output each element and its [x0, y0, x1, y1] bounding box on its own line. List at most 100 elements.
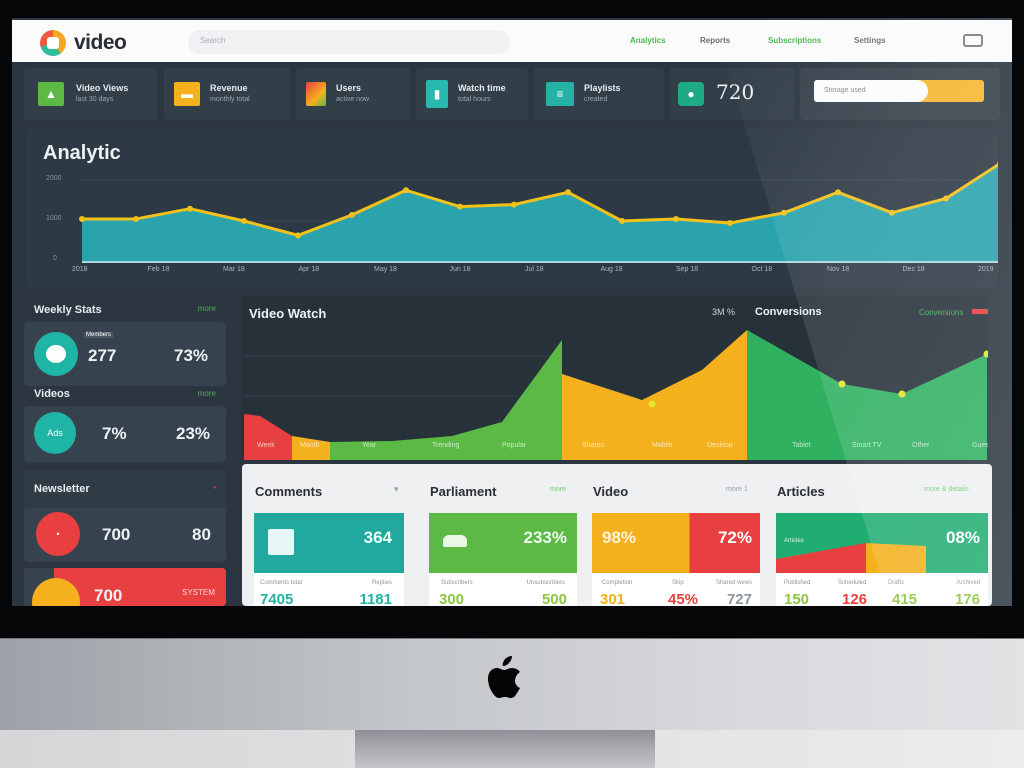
- data-point: [511, 201, 517, 208]
- stat-label: Published: [784, 580, 811, 586]
- data-point: [133, 215, 139, 222]
- segment-label: Trending: [432, 442, 459, 449]
- x-tick-label: Dec 18: [902, 266, 925, 273]
- weekly-stats-row[interactable]: Members 277 73%: [24, 322, 226, 386]
- folder-icon: ▬: [174, 82, 200, 106]
- chart-icon: ▲: [38, 82, 64, 106]
- panel-more-link[interactable]: more 1: [726, 486, 748, 493]
- search-input[interactable]: Search: [188, 30, 510, 54]
- panel-dropdown-icon[interactable]: ▾: [394, 484, 399, 495]
- parliament-panel: Parliament more 233% Subscribers Unsubsc…: [417, 464, 582, 606]
- stat-label: Archived: [956, 580, 980, 586]
- segment-label: Popular: [502, 442, 527, 449]
- articles-panel: Articles more & details Articles 08% Pub…: [764, 464, 992, 606]
- panel-more-link[interactable]: more & details: [924, 486, 969, 493]
- panel-title: Articles: [777, 484, 825, 499]
- monitor-stand: [355, 730, 655, 768]
- widget-value-secondary: 80: [192, 525, 211, 544]
- stat-number: 415: [892, 591, 918, 606]
- brand-name[interactable]: video: [74, 31, 127, 55]
- nav-item-analytics[interactable]: Analytics: [630, 36, 666, 45]
- data-point: [673, 215, 679, 222]
- area-segment: [244, 414, 292, 460]
- stat-number: 7405: [260, 591, 294, 606]
- weekly-stats-widget: Weekly Stats more Members 277 73% Videos…: [24, 296, 226, 462]
- stat-card-revenue[interactable]: ▬ Revenue monthly total: [164, 68, 290, 120]
- analytics-area-chart: [79, 161, 998, 263]
- mini-area-red: [776, 543, 866, 573]
- stat-card-users[interactable]: Users active now: [296, 68, 410, 120]
- stat-card-title: Watch time: [458, 83, 506, 93]
- stat-label: Drafts: [888, 580, 905, 586]
- bottom-panels: Comments ▾ 364 Comments total Replies 74…: [242, 464, 992, 606]
- data-point: [565, 189, 571, 196]
- banner-value: 233%: [523, 528, 567, 547]
- comments-banner[interactable]: 364: [254, 513, 404, 573]
- analytics-chart-panel: Analytic 2000 1000 0 2018 Feb 18 Mar 18 Apr…: [26, 128, 998, 288]
- stat-card-views[interactable]: ▲ Video Views last 30 days: [24, 68, 158, 120]
- data-point: [349, 211, 355, 218]
- data-point: [838, 380, 846, 388]
- panel-title: Comments: [255, 484, 323, 499]
- widget-more-link[interactable]: more: [198, 389, 216, 398]
- widget-title: Videos: [34, 388, 70, 400]
- nav-item-reports[interactable]: Reports: [700, 36, 730, 45]
- video-banner[interactable]: 98% 72%: [592, 513, 760, 573]
- video-watch-area-chart: Week Month Year Trending Popular Shares Mobile…: [244, 330, 988, 460]
- image-icon: [306, 82, 326, 106]
- mini-area-yellow: [866, 543, 926, 573]
- video-panel: Video more 1 98% 72% Completion Skip Sha…: [580, 464, 760, 606]
- parliament-banner[interactable]: 233%: [429, 513, 577, 573]
- stats-cell: Subscribers Unsubscribers 300 500: [429, 573, 577, 606]
- mini-label: Members: [84, 332, 114, 338]
- brand-logo-icon[interactable]: [40, 30, 66, 56]
- window-toggle-icon[interactable]: [963, 34, 983, 47]
- x-tick-label: Nov 18: [827, 266, 850, 273]
- progress-label: Storage used: [824, 87, 866, 94]
- area-segment: [562, 330, 747, 460]
- widget-value-primary: 700: [94, 586, 123, 605]
- stats-cell: Published Scheduled Drafts Archived 150 …: [776, 573, 988, 606]
- segment-label: Mobile: [652, 442, 673, 449]
- widget-more-link[interactable]: more: [198, 304, 216, 313]
- area-fill: [82, 164, 998, 262]
- stat-card-title: Users: [336, 83, 362, 93]
- x-tick-label: Feb 18: [147, 266, 170, 273]
- stat-label: Completion: [602, 580, 633, 586]
- stat-card-messages[interactable]: ● 720: [670, 68, 794, 120]
- stat-card-subtitle: created: [584, 96, 608, 103]
- widget-alert-dot: •: [213, 483, 216, 492]
- stat-card-title: Video Views: [76, 83, 129, 93]
- nav-item-settings[interactable]: Settings: [854, 36, 886, 45]
- system-widget[interactable]: 700 SYSTEM: [24, 568, 226, 606]
- segment-label: Guests: [972, 442, 988, 449]
- area-segment: [747, 330, 987, 460]
- x-tick-label: Oct 18: [751, 266, 773, 273]
- widget-value-secondary: 23%: [176, 424, 211, 443]
- stat-card-watch-time[interactable]: ▮ Watch time total hours: [416, 68, 528, 120]
- data-point: [187, 205, 193, 212]
- x-tick-label: Jul 18: [525, 266, 544, 273]
- stat-number: 300: [439, 591, 465, 606]
- car-icon: [443, 535, 467, 547]
- banner-value-secondary: 72%: [717, 528, 752, 547]
- nav-item-subscriptions[interactable]: Subscriptions: [768, 36, 821, 45]
- panel-title: Video: [593, 484, 629, 499]
- stat-card-subtitle: monthly total: [210, 96, 250, 103]
- articles-banner[interactable]: Articles 08%: [776, 513, 988, 573]
- stat-card-title: Playlists: [584, 83, 621, 93]
- newsletter-row[interactable]: • 700 80: [24, 508, 226, 562]
- widget-title: Weekly Stats: [34, 304, 102, 316]
- stat-card-playlists[interactable]: ≡ Playlists created: [534, 68, 664, 120]
- data-point: [835, 189, 841, 196]
- video-watch-chart-panel: Video Watch 3M % Conversions Conversions…: [242, 296, 988, 460]
- panel-more-link[interactable]: more: [550, 486, 566, 493]
- banner-value: 08%: [945, 528, 980, 547]
- data-point: [943, 195, 949, 202]
- segment-label: Tablet: [792, 442, 811, 449]
- widget-value-primary: 700: [102, 525, 131, 544]
- stat-card-subtitle: active now: [336, 96, 370, 103]
- stat-number: 150: [784, 591, 810, 606]
- storage-progress-bar: Storage used: [814, 80, 984, 102]
- videos-row[interactable]: Ads 7% 23%: [24, 406, 226, 462]
